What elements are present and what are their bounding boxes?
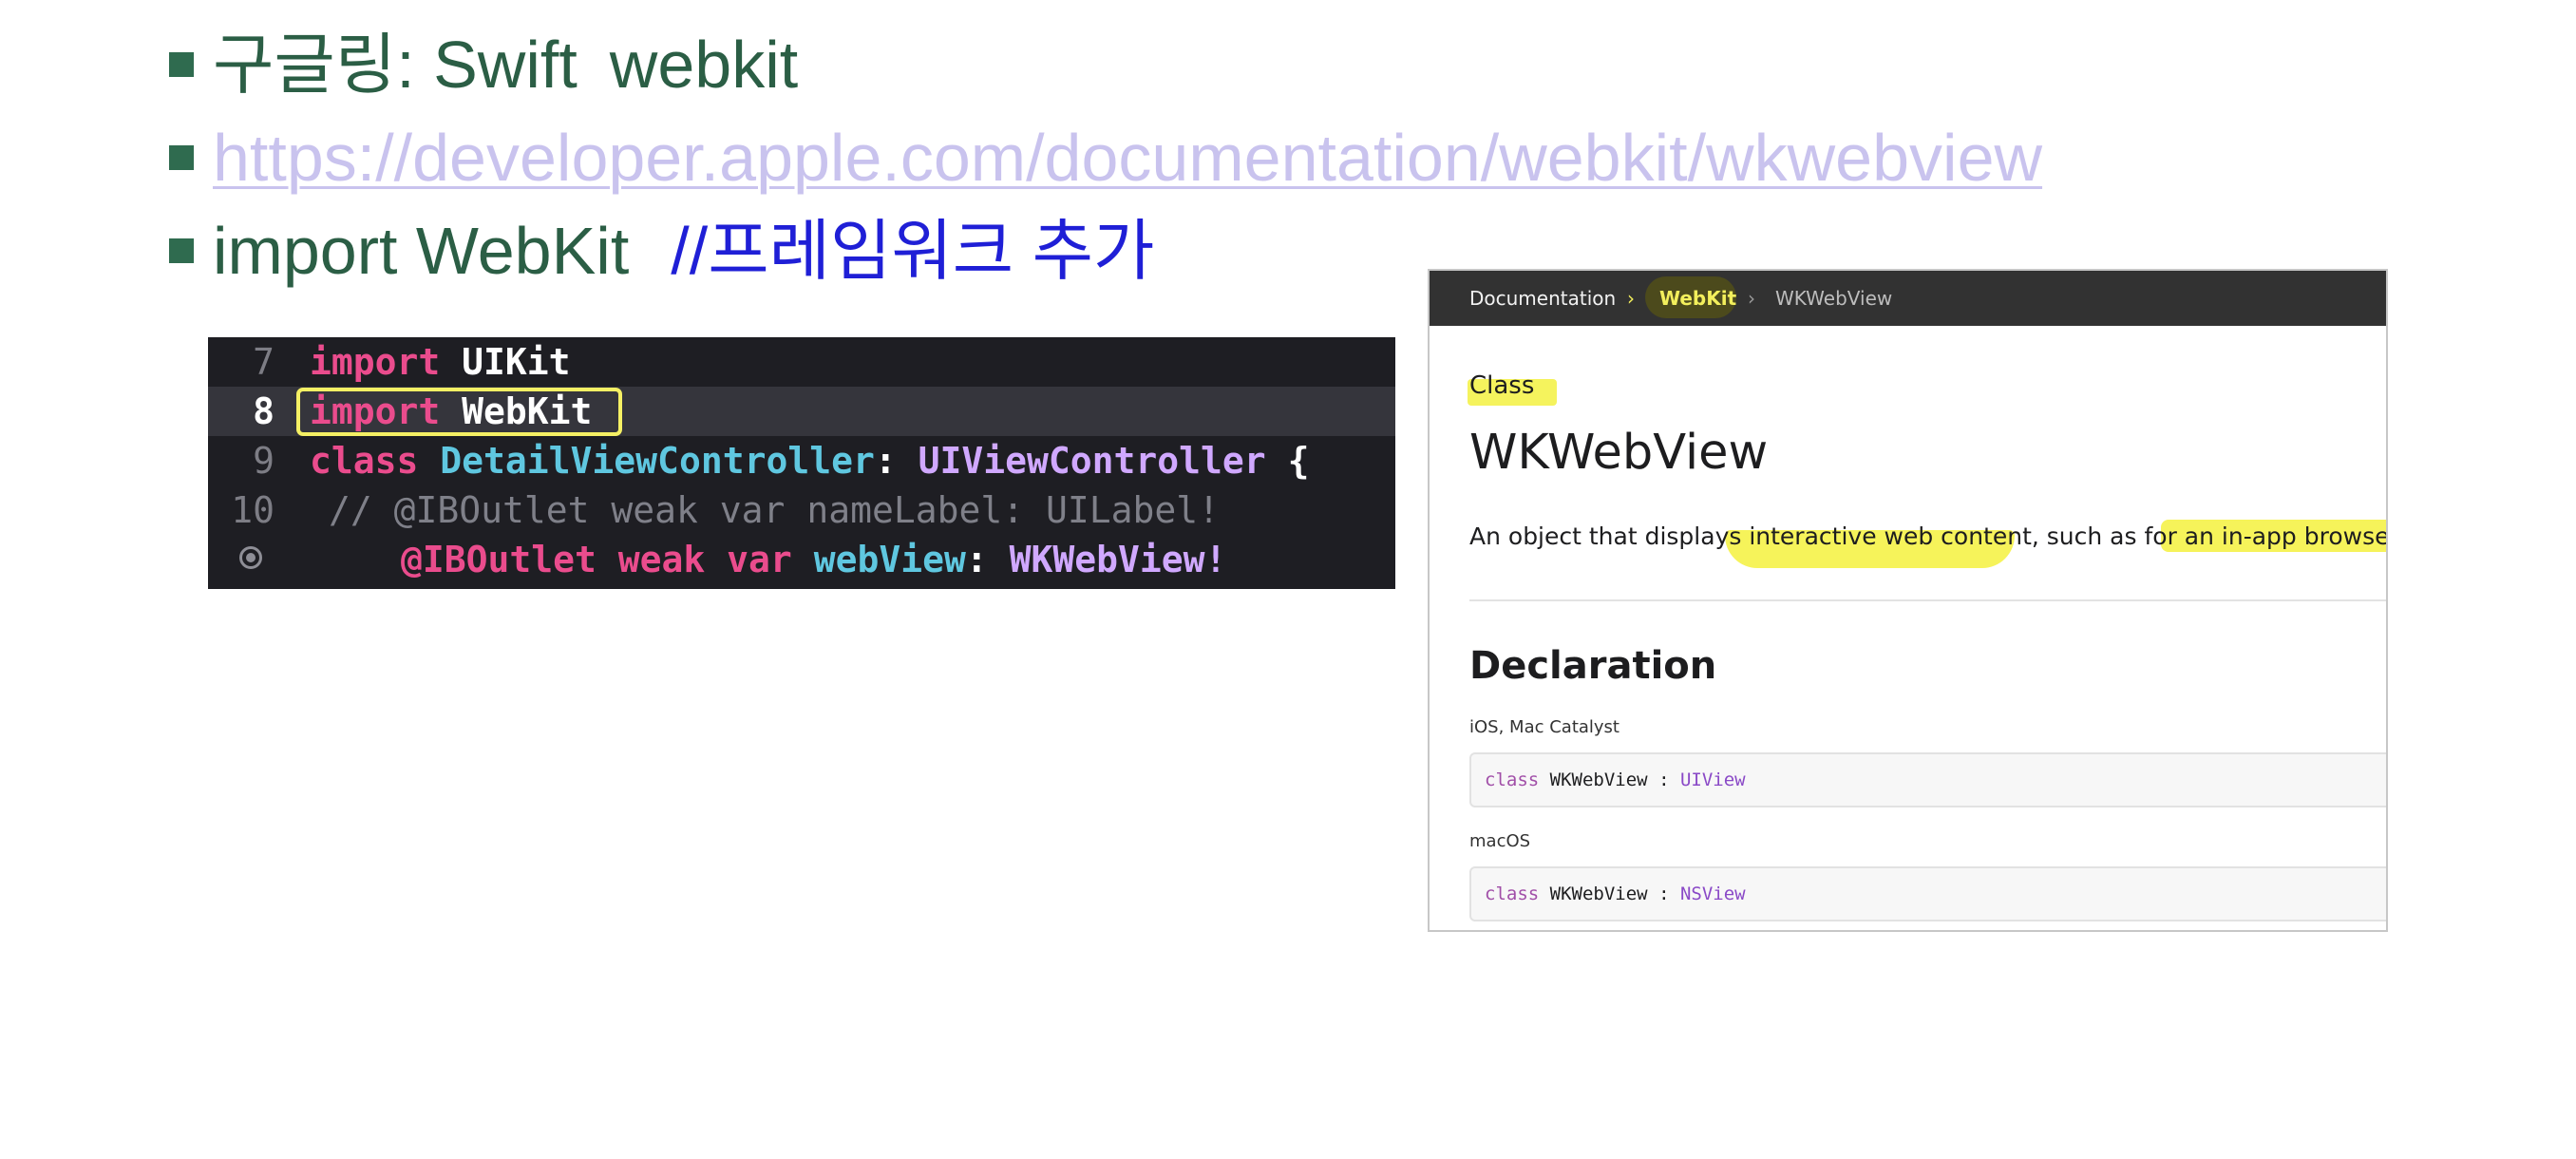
line-number: 7 (253, 341, 275, 383)
breadcrumb-wkwebview: WKWebView (1775, 287, 1893, 310)
breadcrumb: Documentation › WebKit › WKWebView (1430, 271, 2386, 326)
colon: : (965, 539, 988, 580)
bullet-googling: 구글링: Swift webkit (169, 25, 798, 104)
open-brace: { (1287, 440, 1310, 482)
abstract: An object that displays interactive web … (1469, 522, 2388, 550)
class-name: WKWebView (1549, 884, 1648, 904)
keyword: class (1485, 770, 1540, 790)
line-number: 8 (253, 390, 275, 432)
code-line: 9 class DetailViewController: UIViewCont… (208, 436, 1395, 485)
module-name: UIKit (462, 341, 571, 383)
commented-code: // @IBOutlet weak var nameLabel: UILabel… (329, 489, 1220, 531)
chevron-right-icon: › (1748, 287, 1755, 310)
code-editor-screenshot: 7 import UIKit 8 import WebKit 9 class D… (208, 337, 1395, 589)
superclass-name: UIViewController (918, 440, 1266, 482)
class-name: WKWebView (1549, 770, 1648, 790)
colon: : (1658, 884, 1670, 904)
keyword: class (310, 440, 419, 482)
code-line: 7 import UIKit (208, 337, 1395, 387)
colon: : (874, 440, 897, 482)
property-type: WKWebView! (1009, 539, 1227, 580)
apple-doc-link[interactable]: https://developer.apple.com/documentatio… (213, 118, 2042, 198)
declaration-code: class WKWebView : NSView (1469, 866, 2386, 922)
keyword: import (310, 341, 441, 383)
import-statement: import WebKit (213, 214, 630, 288)
bullet-doc-link: https://developer.apple.com/documentatio… (169, 118, 2042, 198)
declaration-code: class WKWebView : UIView (1469, 752, 2386, 808)
breadcrumb-webkit[interactable]: WebKit (1659, 286, 1736, 311)
outlet-declaration: @IBOutlet weak var (401, 539, 792, 580)
code-line: 10 // @IBOutlet weak var nameLabel: UILa… (208, 485, 1395, 535)
square-bullet-icon (169, 238, 194, 263)
keyword: class (1485, 884, 1540, 904)
apple-docs-screenshot: Documentation › WebKit › WKWebView Class… (1428, 269, 2388, 932)
framework-comment: //프레임워크 추가 (671, 214, 1155, 288)
page-title: WKWebView (1469, 425, 1769, 481)
breadcrumb-documentation[interactable]: Documentation (1469, 286, 1616, 311)
line-number: 9 (253, 440, 275, 482)
platform-label: iOS, Mac Catalyst (1469, 717, 1619, 737)
chevron-right-icon: › (1627, 287, 1635, 310)
line-number: 10 (231, 489, 275, 531)
symbol-kind: Class (1469, 371, 1535, 400)
platform-label: macOS (1469, 831, 1531, 851)
section-heading: Declaration (1469, 644, 1717, 688)
bullet-import: import WebKit //프레임워크 추가 (169, 211, 1154, 291)
class-name: DetailViewController (440, 440, 875, 482)
highlight-box (296, 388, 622, 436)
superclass-link[interactable]: UIView (1680, 770, 1746, 790)
bullet-term: webkit (609, 28, 799, 102)
code-line: @IBOutlet weak var webView: WKWebView! (208, 535, 1395, 584)
divider (1469, 599, 2386, 601)
property-name: webView (813, 539, 966, 580)
superclass-link[interactable]: NSView (1680, 884, 1746, 904)
square-bullet-icon (169, 52, 194, 77)
square-bullet-icon (169, 145, 194, 170)
outlet-connection-icon[interactable] (239, 546, 262, 569)
bullet-label: 구글링: Swift (213, 28, 578, 102)
colon: : (1658, 770, 1670, 790)
